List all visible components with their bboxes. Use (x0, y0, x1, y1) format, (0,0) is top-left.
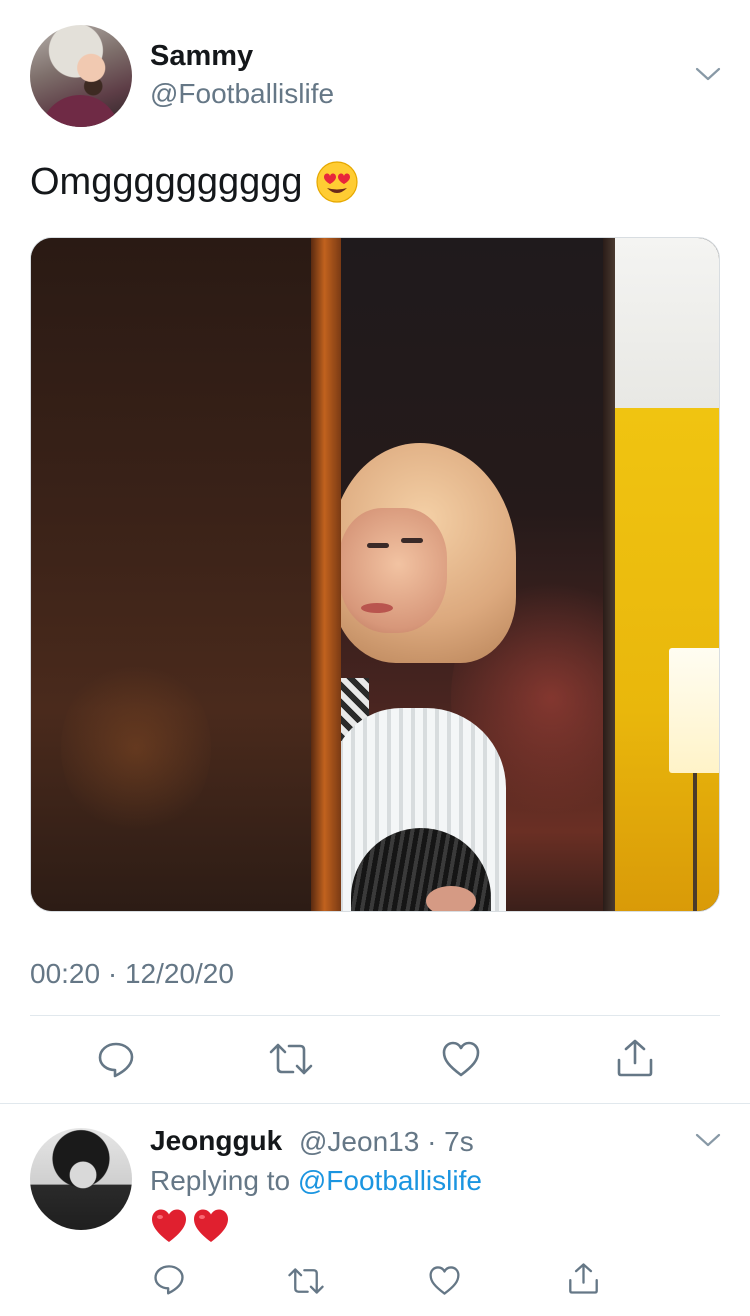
retweet-icon (269, 1043, 313, 1075)
reply-like-button[interactable] (428, 1265, 461, 1296)
photo-door-edge (311, 238, 341, 911)
author-display-name[interactable]: Sammy (150, 40, 253, 73)
chevron-down-icon[interactable] (695, 66, 721, 82)
divider (30, 1015, 720, 1016)
reply-author-display-name[interactable]: Jeongguk (150, 1125, 282, 1157)
tweet-photo[interactable] (30, 237, 720, 912)
reply-author-avatar[interactable] (30, 1128, 132, 1230)
author-avatar[interactable] (30, 25, 132, 127)
reply-author-handle[interactable]: @Jeon13 · 7s (299, 1126, 474, 1158)
like-button[interactable] (441, 1040, 481, 1078)
heart-eyes-emoji-icon (315, 161, 358, 203)
avatar-image-detail (40, 95, 120, 127)
tweet-text: Omgggggggggg (30, 160, 359, 204)
share-icon (617, 1039, 653, 1077)
replying-to-mention[interactable]: @Footballislife (298, 1165, 482, 1196)
reply-reply-button[interactable] (153, 1263, 185, 1295)
photo-glow (61, 658, 211, 838)
retweet-button[interactable] (268, 1040, 314, 1078)
photo-eye (401, 538, 423, 543)
author-handle[interactable]: @Footballislife (150, 78, 334, 110)
reply-share-button[interactable] (567, 1262, 600, 1295)
reply-text (150, 1207, 230, 1245)
photo-eye (367, 543, 389, 548)
reply-time: · 7s (427, 1126, 474, 1157)
chevron-down-icon[interactable] (695, 1132, 721, 1148)
reply-icon (154, 1265, 184, 1295)
photo-lamp-pole (693, 773, 697, 911)
tweet-text-content: Omgggggggggg (30, 160, 303, 203)
photo-lamp (669, 648, 719, 773)
photo-hand (426, 886, 476, 911)
reply-handle-text: @Jeon13 (299, 1126, 420, 1157)
replying-to-label: Replying to (150, 1165, 291, 1196)
replying-to-context: Replying to @Footballislife (150, 1165, 482, 1197)
share-icon (569, 1263, 598, 1294)
reply-icon (98, 1042, 134, 1078)
tweet-timestamp[interactable]: 00:20 · 12/20/20 (30, 958, 234, 990)
red-heart-emoji-icon (152, 1209, 186, 1242)
retweet-icon (288, 1268, 324, 1294)
reply-button[interactable] (97, 1040, 135, 1078)
reply-retweet-button[interactable] (287, 1265, 325, 1297)
photo-face (339, 508, 447, 633)
photo-doorframe (603, 238, 615, 911)
divider (0, 1103, 750, 1104)
red-heart-emoji-icon (194, 1209, 228, 1242)
heart-outline-icon (442, 1041, 480, 1077)
share-button[interactable] (615, 1038, 655, 1078)
heart-outline-icon (429, 1266, 460, 1295)
photo-white-wall (611, 238, 719, 408)
photo-lips (361, 603, 393, 613)
